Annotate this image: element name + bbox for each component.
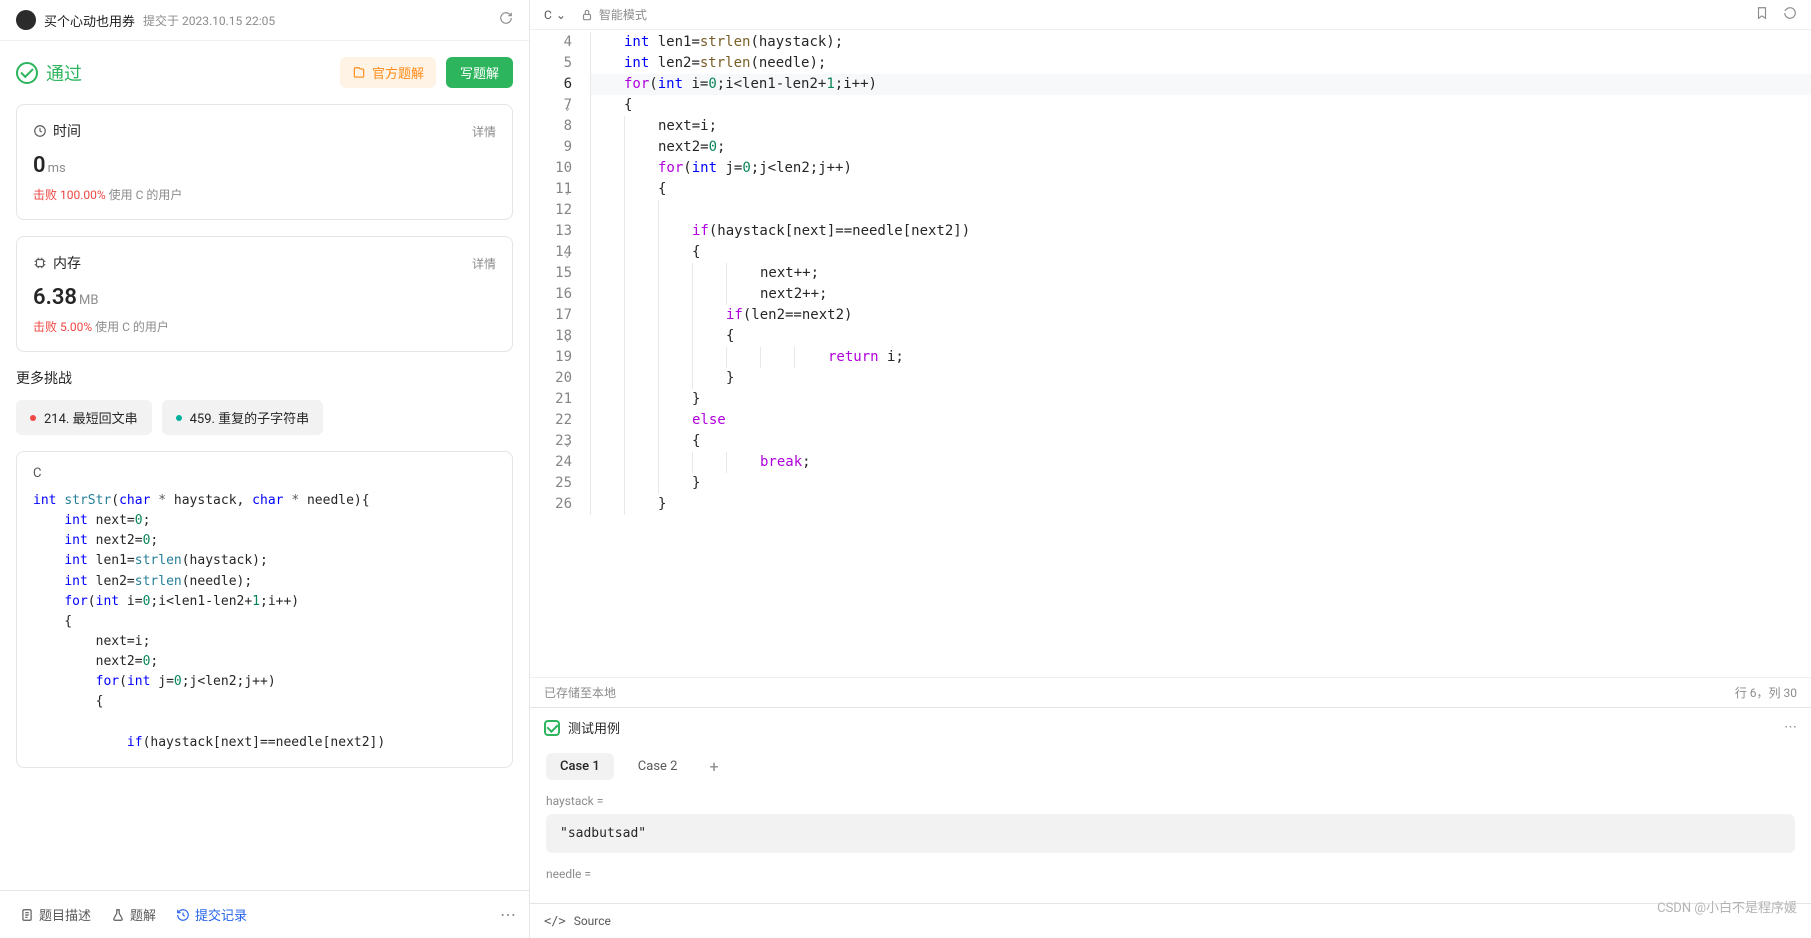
memory-beat: 击败 5.00% 使用 C 的用户 <box>33 318 496 335</box>
left-scroll[interactable]: 买个心动也用券 提交于 2023.10.15 22:05 通过 官方题解 写题解 <box>0 0 529 938</box>
document-icon <box>20 908 34 922</box>
footer-more-icon[interactable]: ⋯ <box>500 905 517 924</box>
code-lines[interactable]: int len1=strlen(haystack);int len2=strle… <box>590 30 1811 677</box>
time-beat: 击败 100.00% 使用 C 的用户 <box>33 186 496 203</box>
code-lang-label: C <box>33 466 496 481</box>
submission-header: 买个心动也用券 提交于 2023.10.15 22:05 <box>0 0 529 41</box>
test-header: 测试用例 ⋯ <box>530 708 1811 747</box>
time-value: 0 <box>33 153 46 178</box>
flask-icon <box>111 908 125 922</box>
param-haystack-label: haystack = <box>546 794 1795 808</box>
source-label[interactable]: Source <box>574 914 611 928</box>
time-card: 时间 详情 0ms 击败 100.00% 使用 C 的用户 <box>16 104 513 220</box>
tab-submissions[interactable]: 提交记录 <box>168 901 255 928</box>
write-solution-button[interactable]: 写题解 <box>446 57 513 88</box>
case-tab-1[interactable]: Case 1 <box>546 753 614 780</box>
tab-description[interactable]: 题目描述 <box>12 901 99 928</box>
challenge-214[interactable]: 214. 最短回文串 <box>16 400 152 435</box>
more-challenges-title: 更多挑战 <box>0 368 529 400</box>
time-detail-link[interactable]: 详情 <box>472 123 496 140</box>
left-panel: 买个心动也用券 提交于 2023.10.15 22:05 通过 官方题解 写题解 <box>0 0 530 938</box>
editor-statusbar: 已存储至本地 行 6，列 30 <box>530 677 1811 707</box>
avatar[interactable] <box>16 10 36 30</box>
username[interactable]: 买个心动也用券 <box>44 11 135 30</box>
case-tabs: Case 1 Case 2 + <box>546 753 1795 780</box>
chevron-down-icon: ⌄ <box>556 8 566 22</box>
left-footer-tabs: 题目描述 题解 提交记录 ⋯ <box>0 890 529 938</box>
test-section: 测试用例 ⋯ Case 1 Case 2 + haystack = "sadbu… <box>530 707 1811 903</box>
test-title: 测试用例 <box>568 718 1776 737</box>
line-gutter: 4567⌄891011⌄121314⌄15161718⌄1920212223⌄2… <box>530 30 590 677</box>
check-icon <box>16 62 38 84</box>
test-more-icon[interactable]: ⋯ <box>1784 720 1797 735</box>
chip-icon <box>33 256 47 270</box>
lock-icon <box>580 8 594 22</box>
refresh-icon[interactable] <box>499 11 513 29</box>
status-badge: 通过 <box>16 60 340 86</box>
clock-icon <box>33 124 47 138</box>
bottom-bar: </> Source <box>530 903 1811 938</box>
time-title: 时间 <box>53 121 472 141</box>
memory-value: 6.38 <box>33 285 77 310</box>
submit-time: 提交于 2023.10.15 22:05 <box>143 12 499 29</box>
bookmark-icon[interactable] <box>1755 6 1769 23</box>
language-selector[interactable]: C ⌄ <box>544 8 566 22</box>
history-icon <box>176 908 190 922</box>
smart-mode-indicator[interactable]: 智能模式 <box>580 6 647 23</box>
status-text: 通过 <box>46 60 82 86</box>
challenge-459[interactable]: 459. 重复的子字符串 <box>162 400 324 435</box>
code-preview: int strStr(char * haystack, char * needl… <box>33 491 496 753</box>
param-needle-label: needle = <box>546 867 1795 881</box>
official-solution-button[interactable]: 官方题解 <box>340 57 436 88</box>
status-row: 通过 官方题解 写题解 <box>0 41 529 104</box>
difficulty-dot-hard <box>30 415 36 421</box>
tab-solutions[interactable]: 题解 <box>103 901 164 928</box>
challenges-row: 214. 最短回文串 459. 重复的子字符串 <box>0 400 529 451</box>
memory-detail-link[interactable]: 详情 <box>472 255 496 272</box>
param-haystack-value[interactable]: "sadbutsad" <box>546 814 1795 853</box>
add-case-button[interactable]: + <box>701 753 726 780</box>
code-icon: </> <box>544 914 566 928</box>
reset-icon[interactable] <box>1783 6 1797 23</box>
test-check-icon <box>544 720 560 736</box>
save-status: 已存储至本地 <box>544 684 616 701</box>
cursor-position: 行 6，列 30 <box>1735 684 1797 701</box>
difficulty-dot-easy <box>176 415 182 421</box>
editor-toolbar: C ⌄ 智能模式 <box>530 0 1811 30</box>
case-tab-2[interactable]: Case 2 <box>624 753 692 780</box>
right-panel: C ⌄ 智能模式 4567⌄891011⌄121314⌄15161718⌄192… <box>530 0 1811 938</box>
code-preview-card: C int strStr(char * haystack, char * nee… <box>16 451 513 768</box>
memory-card: 内存 详情 6.38MB 击败 5.00% 使用 C 的用户 <box>16 236 513 352</box>
memory-title: 内存 <box>53 253 472 273</box>
code-editor[interactable]: 4567⌄891011⌄121314⌄15161718⌄1920212223⌄2… <box>530 30 1811 677</box>
